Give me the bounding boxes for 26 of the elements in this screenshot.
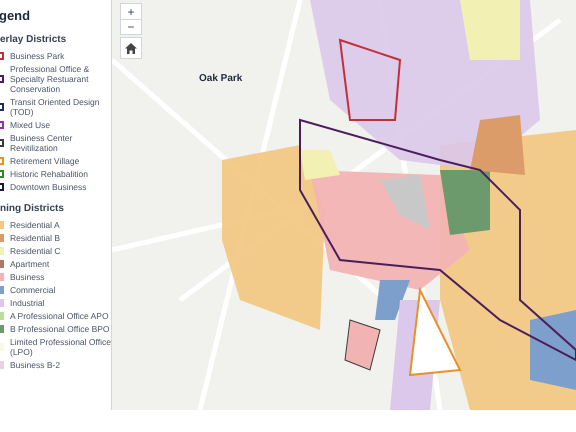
legend-label: Residential C: [9, 246, 61, 256]
legend-label: Mixed Use: [9, 120, 50, 130]
legend-label: Limited Professional Office (LPO): [9, 336, 111, 356]
legend-label: A Professional Office APO: [9, 310, 109, 320]
legend-label: Professional Office & Specialty Restuarant Conservation: [9, 64, 90, 94]
legend-label: B Professional Office BPO: [9, 324, 110, 334]
place-label: Oak Park: [199, 72, 242, 86]
home-icon: [125, 42, 137, 54]
legend-label: Business Center Revitilization: [9, 132, 74, 152]
legend-label: Residential A: [9, 220, 60, 230]
legend-label: Business B-2: [9, 360, 60, 370]
legend-label: Apartment: [9, 258, 50, 268]
zoom-out-button[interactable]: −: [121, 19, 141, 34]
legend-heading: erlay Districts: [0, 32, 68, 46]
home-button[interactable]: [120, 37, 142, 59]
legend-label: Downtown Business: [9, 182, 87, 192]
legend-heading: ning Districts: [0, 202, 65, 216]
legend-label: Transit Oriented Design (TOD): [9, 96, 100, 116]
legend-label: Industrial: [9, 298, 44, 308]
zoom-in-button[interactable]: +: [121, 4, 141, 19]
legend-label: Commercial: [9, 284, 56, 294]
legend-label: Retirement Village: [9, 156, 80, 166]
legend-label: Historic Rehabalition: [9, 168, 88, 178]
legend-label: Business Park: [9, 50, 64, 60]
legend-label: Business: [9, 272, 44, 282]
legend-label: Residential B: [9, 232, 60, 242]
